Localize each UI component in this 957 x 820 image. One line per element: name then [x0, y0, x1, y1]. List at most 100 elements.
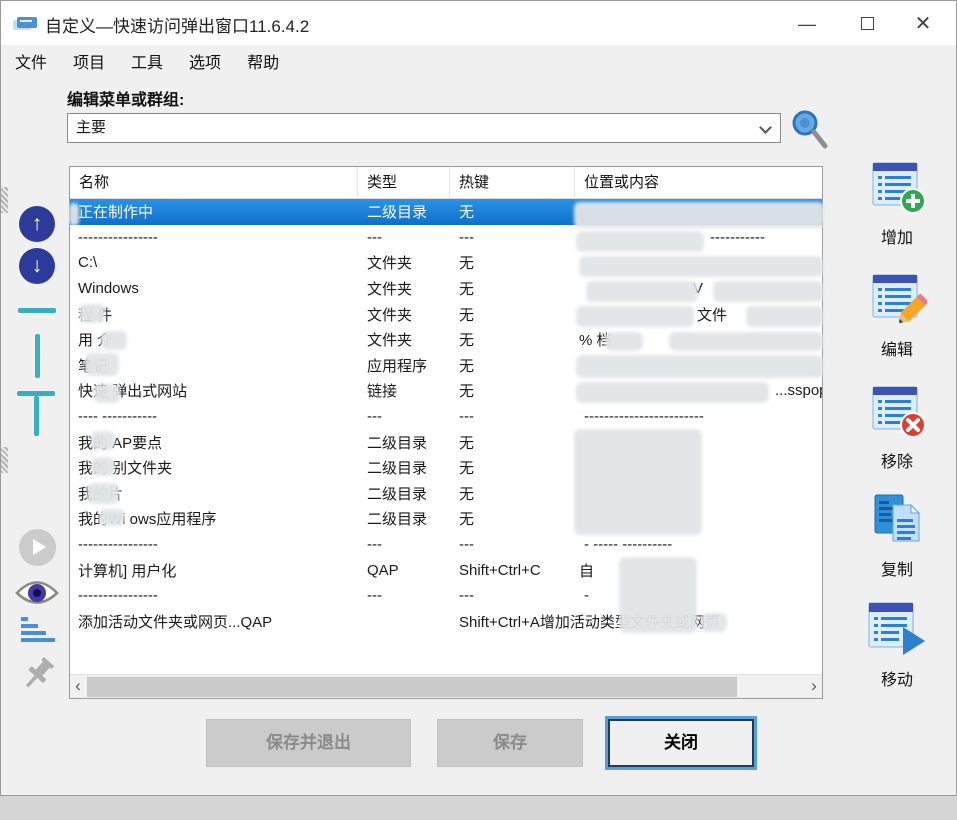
close-button[interactable]: 关闭 — [608, 719, 754, 767]
cell-hotkey: --- — [450, 587, 575, 604]
cell-type: 链接 — [358, 380, 450, 401]
table-row[interactable]: ----------------------- ----- ---------- — [70, 532, 822, 558]
cell-type: 文件夹 — [358, 329, 450, 350]
edit-icon — [867, 273, 927, 329]
save-exit-button[interactable]: 保存并退出 — [206, 719, 411, 767]
table-row[interactable]: Windows文件夹无V — [70, 276, 822, 302]
table-row[interactable]: 快速 弹出式网站链接无...sspop — [70, 378, 822, 404]
column-header-content[interactable]: 位置或内容 — [575, 167, 822, 198]
cell-name: 我的 AP要点 — [70, 432, 358, 453]
play-button[interactable] — [19, 529, 56, 566]
maximize-button[interactable] — [844, 9, 890, 39]
table-row[interactable]: 我的Wi ows应用程序二级目录无 — [70, 506, 822, 532]
copy-button[interactable]: 复制 — [847, 493, 947, 580]
move-button[interactable]: 移动 — [847, 601, 947, 690]
menu-bar: 文件 项目 工具 选项 帮助 — [1, 45, 956, 77]
add-separator-line-icon[interactable] — [18, 308, 56, 313]
cell-type: --- — [358, 536, 450, 553]
cell-hotkey: Shift+Ctrl+C — [450, 562, 575, 579]
table-row[interactable]: ----------------------- — [70, 583, 822, 609]
scroll-right-arrow[interactable]: › — [806, 675, 822, 699]
add-column-break-icon[interactable] — [35, 334, 40, 378]
pin-icon[interactable] — [15, 653, 59, 699]
cell-hotkey: --- — [450, 536, 575, 553]
menu-item[interactable]: 项目 — [73, 49, 105, 73]
move-up-button[interactable]: ↑ — [19, 206, 55, 242]
edit-button[interactable]: 编辑 — [847, 273, 947, 360]
cell-type: 二级目录 — [358, 508, 450, 529]
horizontal-scrollbar[interactable]: ‹ › — [70, 674, 822, 698]
cell-name: C:\ — [70, 254, 358, 271]
copy-icon — [867, 493, 927, 549]
group-dropdown[interactable]: 主要 — [67, 113, 781, 143]
remove-button-label: 移除 — [847, 448, 947, 472]
cell-type: QAP — [358, 562, 450, 579]
table-row[interactable]: ---- -----------------------------------… — [70, 404, 822, 430]
cell-type: --- — [358, 229, 450, 246]
cell-hotkey: 无 — [450, 432, 575, 453]
cell-name: 我的 别文件夹 — [70, 457, 358, 478]
table-row[interactable]: C:\文件夹无 — [70, 250, 822, 276]
cell-hotkey: 无 — [450, 329, 575, 350]
table-row[interactable]: 我的 AP要点二级目录无 — [70, 429, 822, 455]
window-edge-grip — [1, 447, 8, 473]
menu-options[interactable]: 选项 — [189, 49, 221, 73]
cell-name: 用 介 — [70, 329, 358, 350]
column-header-hotkey[interactable]: 热键 — [450, 167, 575, 198]
group-dropdown-value: 主要 — [76, 119, 106, 136]
cell-hotkey: 无 — [450, 304, 575, 325]
cell-type: 二级目录 — [358, 432, 450, 453]
add-button[interactable]: 增加 — [847, 161, 947, 248]
cell-hotkey: --- — [450, 408, 575, 425]
search-icon[interactable] — [789, 108, 829, 150]
cell-content: % 档 — [575, 329, 822, 350]
window-edge-grip — [1, 187, 8, 213]
table-row[interactable]: 笔记应用程序无 — [70, 353, 822, 379]
cell-name: 添加活动文件夹或网页...QAP — [70, 611, 358, 632]
menu-help[interactable]: 帮助 — [247, 49, 279, 73]
cell-name: 我的Wi ows应用程序 — [70, 508, 358, 529]
edit-button-label: 编辑 — [847, 336, 947, 360]
table-row[interactable]: --------------------------------- — [70, 225, 822, 251]
table-row[interactable]: 正在制作中二级目录无 — [70, 199, 822, 225]
add-button-label: 增加 — [847, 224, 947, 248]
table-row[interactable]: 我的片二级目录无 — [70, 481, 822, 507]
menu-file[interactable]: 文件 — [15, 49, 47, 73]
window-title: 自定义—快速访问弹出窗口11.6.4.2 — [45, 12, 309, 37]
cell-content: 自 — [575, 560, 822, 581]
cell-name: Windows — [70, 280, 358, 297]
table-row[interactable]: 计算机] 用户化QAPShift+Ctrl+C自 — [70, 557, 822, 583]
move-down-button[interactable]: ↓ — [19, 248, 55, 284]
sort-bars-icon[interactable] — [19, 615, 57, 649]
cell-type: 二级目录 — [358, 483, 450, 504]
column-header-type[interactable]: 类型 — [358, 167, 450, 198]
cell-hotkey: 无 — [450, 457, 575, 478]
scroll-left-arrow[interactable]: ‹ — [70, 675, 86, 699]
app-window: 自定义—快速访问弹出窗口11.6.4.2 — ✕ 文件 项目 工具 选项 帮助 … — [0, 0, 957, 796]
table-row[interactable]: 程 件文件夹无文件 — [70, 301, 822, 327]
scrollbar-thumb[interactable] — [87, 677, 737, 697]
table-row[interactable]: 用 介文件夹无% 档 — [70, 327, 822, 353]
close-window-button[interactable]: ✕ — [900, 9, 946, 39]
cell-hotkey: 无 — [450, 252, 575, 273]
add-menu-break-icon[interactable] — [17, 389, 57, 439]
listview-header: 名称 类型 热键 位置或内容 — [70, 167, 822, 199]
menu-tools[interactable]: 工具 — [131, 49, 163, 73]
column-header-name[interactable]: 名称 — [70, 167, 358, 198]
remove-button[interactable]: 移除 — [847, 385, 947, 472]
table-row[interactable]: 添加活动文件夹或网页...QAPShift+Ctrl+A增加活动类型文件夹或网页 — [70, 609, 822, 635]
move-button-label: 移动 — [847, 666, 947, 690]
cell-name: 程 件 — [70, 304, 358, 325]
eye-icon[interactable] — [15, 578, 59, 608]
cell-name: 快速 弹出式网站 — [70, 380, 358, 401]
copy-button-label: 复制 — [847, 556, 947, 580]
title-bar: 自定义—快速访问弹出窗口11.6.4.2 — ✕ — [1, 1, 956, 45]
table-row[interactable]: 我的 别文件夹二级目录无 — [70, 455, 822, 481]
cell-name: 我的片 — [70, 483, 358, 504]
cell-hotkey: 无 — [450, 508, 575, 529]
cell-type: 文件夹 — [358, 304, 450, 325]
save-button[interactable]: 保存 — [437, 719, 583, 767]
minimize-button[interactable]: — — [784, 9, 830, 39]
remove-icon — [867, 385, 927, 441]
cell-content: ------------------------ — [575, 408, 822, 425]
